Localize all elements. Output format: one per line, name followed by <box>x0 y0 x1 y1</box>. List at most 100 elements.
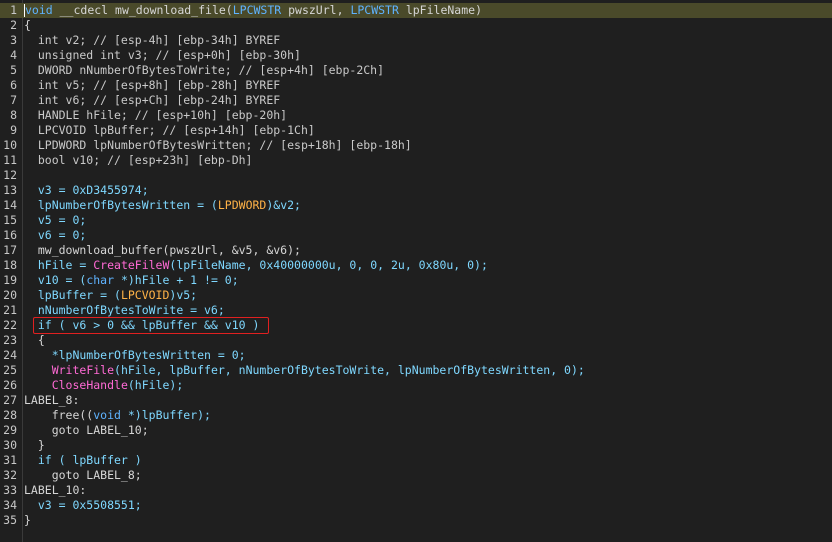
code-text[interactable]: LPDWORD lpNumberOfBytesWritten; // [esp+… <box>24 138 412 153</box>
code-token: mw_download_buffer(pwszUrl, &v5, &v6); <box>24 243 301 257</box>
code-line[interactable]: 19 v10 = (char *)hFile + 1 != 0; <box>0 273 832 288</box>
code-token: __cdecl mw_download_file( <box>52 3 233 17</box>
code-text[interactable]: LABEL_8: <box>24 393 79 408</box>
code-text[interactable]: DWORD nNumberOfBytesToWrite; // [esp+4h]… <box>24 63 384 78</box>
code-line[interactable]: 16 v6 = 0; <box>0 228 832 243</box>
code-token: goto LABEL_8; <box>24 468 142 482</box>
code-token: void <box>93 408 121 422</box>
code-text[interactable]: free((void *)lpBuffer); <box>24 408 211 423</box>
code-line[interactable]: 35} <box>0 513 832 528</box>
code-line[interactable]: 9 LPCVOID lpBuffer; // [esp+14h] [ebp-1C… <box>0 123 832 138</box>
code-token: LPCVOID lpBuffer; // [esp+14h] [ebp-1Ch] <box>24 123 315 137</box>
line-number: 27 <box>3 393 17 407</box>
code-line[interactable]: 31 if ( lpBuffer ) <box>0 453 832 468</box>
code-token: free(( <box>24 408 94 422</box>
code-text[interactable]: unsigned int v3; // [esp+0h] [ebp-30h] <box>24 48 301 63</box>
code-token: v6 = 0; <box>24 228 87 242</box>
code-line[interactable]: 4 unsigned int v3; // [esp+0h] [ebp-30h] <box>0 48 832 63</box>
code-text[interactable]: lpNumberOfBytesWritten = (LPDWORD)&v2; <box>24 198 301 213</box>
code-token: unsigned int v3; // [esp+0h] [ebp-30h] <box>24 48 301 62</box>
code-line[interactable]: 28 free((void *)lpBuffer); <box>0 408 832 423</box>
code-text[interactable]: goto LABEL_8; <box>24 468 142 483</box>
highlight-annotation-box <box>33 317 269 334</box>
code-line[interactable]: 12 <box>0 168 832 183</box>
code-token: (hFile, lpBuffer, nNumberOfBytesToWrite,… <box>114 363 585 377</box>
code-line[interactable]: 33 LABEL_10: <box>0 483 832 498</box>
code-line[interactable]: 1 void __cdecl mw_download_file(LPCWSTR p… <box>0 3 832 18</box>
code-text[interactable]: void __cdecl mw_download_file(LPCWSTR pw… <box>24 3 482 18</box>
line-number: 34 <box>3 498 17 512</box>
code-line[interactable]: 17 mw_download_buffer(pwszUrl, &v5, &v6)… <box>0 243 832 258</box>
code-text[interactable]: int v6; // [esp+Ch] [ebp-24h] BYREF <box>24 93 280 108</box>
line-number: 5 <box>10 63 17 77</box>
pseudocode-editor[interactable]: 1 void __cdecl mw_download_file(LPCWSTR p… <box>0 0 832 542</box>
line-number: 15 <box>3 213 17 227</box>
code-text[interactable]: v6 = 0; <box>24 228 86 243</box>
code-text[interactable]: CloseHandle(hFile); <box>24 378 184 393</box>
code-text[interactable]: lpBuffer = (LPCVOID)v5; <box>24 288 197 303</box>
code-text[interactable]: { <box>24 18 31 33</box>
code-text[interactable]: mw_download_buffer(pwszUrl, &v5, &v6); <box>24 243 301 258</box>
line-number: 21 <box>3 303 17 317</box>
code-text[interactable]: v3 = 0x5508551; <box>24 498 142 513</box>
code-text[interactable]: goto LABEL_10; <box>24 423 149 438</box>
line-number: 24 <box>3 348 17 362</box>
code-line[interactable]: 21 nNumberOfBytesToWrite = v6; <box>0 303 832 318</box>
code-text[interactable]: { <box>24 333 45 348</box>
line-number: 22 <box>3 318 17 332</box>
code-text[interactable]: HANDLE hFile; // [esp+10h] [ebp-20h] <box>24 108 287 123</box>
code-line[interactable]: 23 { <box>0 333 832 348</box>
code-line[interactable]: 11 bool v10; // [esp+23h] [ebp-Dh] <box>0 153 832 168</box>
code-line[interactable]: 20 lpBuffer = (LPCVOID)v5; <box>0 288 832 303</box>
code-text[interactable]: *lpNumberOfBytesWritten = 0; <box>24 348 246 363</box>
code-line[interactable]: 3 int v2; // [esp-4h] [ebp-34h] BYREF <box>0 33 832 48</box>
code-line[interactable]: 10 LPDWORD lpNumberOfBytesWritten; // [e… <box>0 138 832 153</box>
code-line[interactable]: 26 CloseHandle(hFile); <box>0 378 832 393</box>
code-token: CreateFileW <box>93 258 170 272</box>
code-token: LABEL_10: <box>24 483 87 497</box>
code-text[interactable]: WriteFile(hFile, lpBuffer, nNumberOfByte… <box>24 363 585 378</box>
code-text[interactable]: int v2; // [esp-4h] [ebp-34h] BYREF <box>24 33 280 48</box>
code-line[interactable]: 34 v3 = 0x5508551; <box>0 498 832 513</box>
line-number: 33 <box>3 483 17 497</box>
code-token: WriteFile <box>51 363 115 377</box>
code-token: LPCWSTR <box>232 3 282 17</box>
line-number: 12 <box>3 168 17 182</box>
code-line[interactable]: 27 LABEL_8: <box>0 393 832 408</box>
code-text[interactable]: } <box>24 438 45 453</box>
code-token: v3 = 0x5508551; <box>24 498 142 512</box>
code-line[interactable]: 5 DWORD nNumberOfBytesToWrite; // [esp+4… <box>0 63 832 78</box>
code-text[interactable]: hFile = CreateFileW(lpFileName, 0x400000… <box>24 258 488 273</box>
code-line[interactable]: 30 } <box>0 438 832 453</box>
code-line[interactable]: 24 *lpNumberOfBytesWritten = 0; <box>0 348 832 363</box>
code-text[interactable]: LABEL_10: <box>24 483 86 498</box>
code-token: *lpNumberOfBytesWritten = 0; <box>24 348 246 362</box>
code-token: v3 = 0xD3455974; <box>24 183 149 197</box>
code-text[interactable]: } <box>24 513 31 528</box>
code-line[interactable]: 13 v3 = 0xD3455974; <box>0 183 832 198</box>
code-token: nNumberOfBytesToWrite = v6; <box>24 303 225 317</box>
code-token: v5 = 0; <box>24 213 87 227</box>
code-line[interactable]: 2{ <box>0 18 832 33</box>
code-line[interactable]: 8 HANDLE hFile; // [esp+10h] [ebp-20h] <box>0 108 832 123</box>
code-token: void <box>25 3 53 17</box>
code-text[interactable]: bool v10; // [esp+23h] [ebp-Dh] <box>24 153 253 168</box>
code-line[interactable]: 7 int v6; // [esp+Ch] [ebp-24h] BYREF <box>0 93 832 108</box>
code-line[interactable]: 15 v5 = 0; <box>0 213 832 228</box>
code-line[interactable]: 32 goto LABEL_8; <box>0 468 832 483</box>
code-token: goto LABEL_10; <box>24 423 149 437</box>
code-text[interactable]: if ( lpBuffer ) <box>24 453 142 468</box>
code-line[interactable]: 18 hFile = CreateFileW(lpFileName, 0x400… <box>0 258 832 273</box>
code-text[interactable]: LPCVOID lpBuffer; // [esp+14h] [ebp-1Ch] <box>24 123 315 138</box>
code-text[interactable]: v5 = 0; <box>24 213 86 228</box>
code-text[interactable]: v3 = 0xD3455974; <box>24 183 149 198</box>
code-text[interactable]: int v5; // [esp+8h] [ebp-28h] BYREF <box>24 78 280 93</box>
code-text[interactable]: nNumberOfBytesToWrite = v6; <box>24 303 225 318</box>
code-line[interactable]: 29 goto LABEL_10; <box>0 423 832 438</box>
code-line[interactable]: 14 lpNumberOfBytesWritten = (LPDWORD)&v2… <box>0 198 832 213</box>
code-token: pwszUrl, <box>281 3 351 17</box>
code-token: )v5; <box>169 288 198 302</box>
code-text[interactable]: v10 = (char *)hFile + 1 != 0; <box>24 273 239 288</box>
code-line[interactable]: 6 int v5; // [esp+8h] [ebp-28h] BYREF <box>0 78 832 93</box>
code-line[interactable]: 25 WriteFile(hFile, lpBuffer, nNumberOfB… <box>0 363 832 378</box>
